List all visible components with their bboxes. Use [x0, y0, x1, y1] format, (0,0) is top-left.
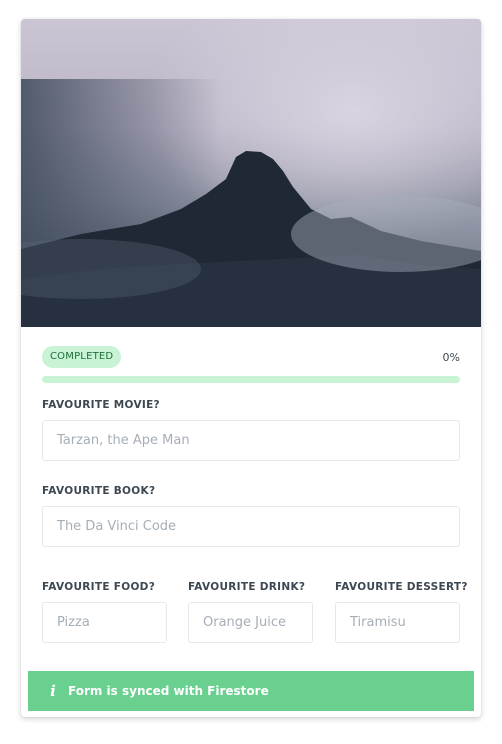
dessert-label: FAVOURITE DESSERT? [335, 581, 468, 593]
info-icon: i [50, 682, 56, 700]
sync-notification: i Form is synced with Firestore [28, 671, 474, 711]
food-input[interactable] [42, 602, 167, 643]
book-input[interactable] [42, 506, 460, 547]
drink-label: FAVOURITE DRINK? [188, 581, 306, 593]
status-badge: COMPLETED [42, 346, 122, 368]
sync-message: Form is synced with Firestore [68, 684, 269, 698]
dessert-input[interactable] [335, 602, 460, 643]
status-row: COMPLETED 0% [42, 345, 460, 369]
food-label: FAVOURITE FOOD? [42, 581, 156, 593]
movie-input[interactable] [42, 420, 460, 461]
form-card: COMPLETED 0% FAVOURITE MOVIE? FAVOURITE … [21, 19, 481, 717]
hero-image [21, 19, 481, 327]
mountain-illustration [21, 19, 481, 327]
progress-percent: 0% [442, 351, 460, 364]
movie-label: FAVOURITE MOVIE? [42, 399, 160, 411]
book-label: FAVOURITE BOOK? [42, 485, 156, 497]
drink-input[interactable] [188, 602, 313, 643]
progress-bar [42, 376, 460, 383]
